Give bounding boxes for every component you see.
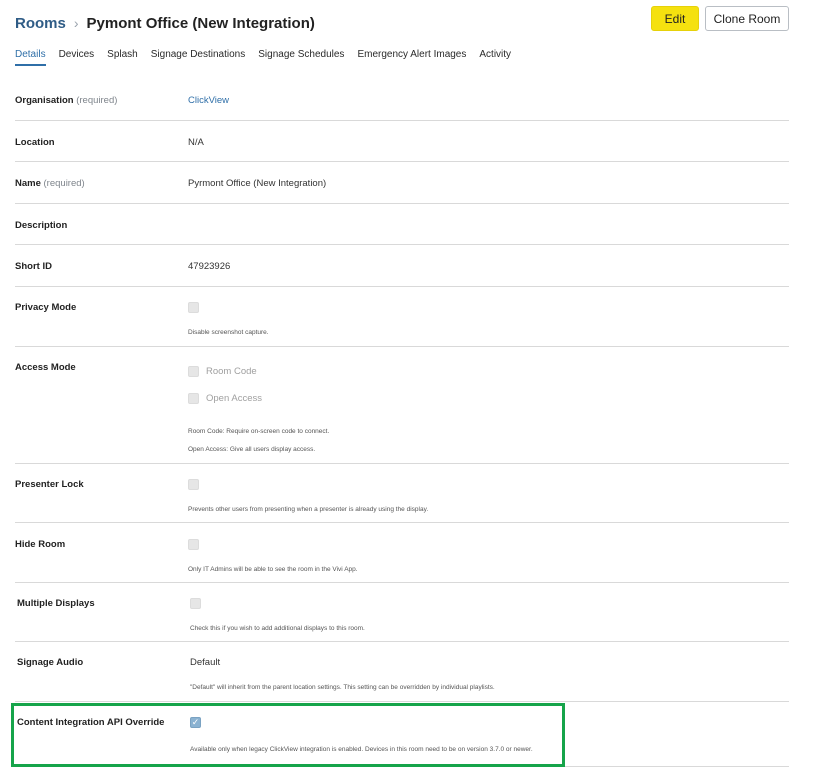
divider <box>15 641 789 642</box>
room-code-checkbox[interactable] <box>188 366 199 377</box>
divider <box>15 346 789 347</box>
chevron-right-icon: › <box>73 15 79 31</box>
breadcrumb: Rooms › Pymont Office (New Integration) <box>15 12 315 34</box>
presenter-lock-checkbox[interactable] <box>188 479 199 490</box>
multiple-displays-label: Multiple Displays <box>17 598 95 609</box>
short-id-value: 47923926 <box>188 261 231 272</box>
required-tag: (required) <box>43 178 85 189</box>
tab-devices[interactable]: Devices <box>59 48 95 66</box>
hide-room-label: Hide Room <box>15 539 66 550</box>
open-access-checkbox[interactable] <box>188 393 199 404</box>
breadcrumb-rooms-link[interactable]: Rooms <box>15 15 66 32</box>
privacy-mode-help: Disable screenshot capture. <box>188 329 269 336</box>
tab-activity[interactable]: Activity <box>479 48 511 66</box>
highlight-box <box>11 703 565 767</box>
access-mode-help-room-code: Room Code: Require on-screen code to con… <box>188 428 330 435</box>
organisation-label: Organisation (required) <box>15 95 117 106</box>
multiple-displays-checkbox[interactable] <box>190 598 201 609</box>
tab-signage-schedules[interactable]: Signage Schedules <box>258 48 344 66</box>
divider <box>15 286 789 287</box>
divider <box>15 582 789 583</box>
divider <box>15 161 789 162</box>
divider <box>15 522 789 523</box>
room-code-label: Room Code <box>206 366 257 377</box>
name-value: Pyrmont Office (New Integration) <box>188 178 327 189</box>
organisation-label-text: Organisation <box>15 95 74 106</box>
tab-emergency-alert-images[interactable]: Emergency Alert Images <box>357 48 466 66</box>
page-title: Pymont Office (New Integration) <box>86 14 315 32</box>
signage-audio-help: "Default" will inherit from the parent l… <box>190 684 495 691</box>
required-tag: (required) <box>76 95 118 106</box>
name-label: Name (required) <box>15 178 85 189</box>
presenter-lock-label: Presenter Lock <box>15 479 84 490</box>
privacy-mode-checkbox[interactable] <box>188 302 199 313</box>
open-access-label: Open Access <box>206 393 262 404</box>
divider <box>15 463 789 464</box>
tab-splash[interactable]: Splash <box>107 48 138 66</box>
hide-room-help: Only IT Admins will be able to see the r… <box>188 566 358 573</box>
location-label: Location <box>15 137 55 148</box>
tab-bar: Details Devices Splash Signage Destinati… <box>15 48 524 66</box>
description-label: Description <box>15 220 68 231</box>
divider <box>15 203 789 204</box>
access-mode-help-open-access: Open Access: Give all users display acce… <box>188 446 316 453</box>
signage-audio-value: Default <box>190 657 221 668</box>
privacy-mode-label: Privacy Mode <box>15 302 77 313</box>
access-mode-label: Access Mode <box>15 362 76 373</box>
divider <box>15 244 789 245</box>
clone-room-button[interactable]: Clone Room <box>705 6 789 31</box>
divider <box>15 701 789 702</box>
multiple-displays-help: Check this if you wish to add additional… <box>190 625 365 632</box>
presenter-lock-help: Prevents other users from presenting whe… <box>188 506 429 513</box>
tab-signage-destinations[interactable]: Signage Destinations <box>151 48 246 66</box>
name-label-text: Name <box>15 178 41 189</box>
divider <box>15 120 789 121</box>
short-id-label: Short ID <box>15 261 52 272</box>
tab-details[interactable]: Details <box>15 48 46 66</box>
location-value: N/A <box>188 137 204 148</box>
edit-button[interactable]: Edit <box>651 6 699 31</box>
organisation-value-link[interactable]: ClickView <box>188 95 229 106</box>
hide-room-checkbox[interactable] <box>188 539 199 550</box>
signage-audio-label: Signage Audio <box>17 657 84 668</box>
